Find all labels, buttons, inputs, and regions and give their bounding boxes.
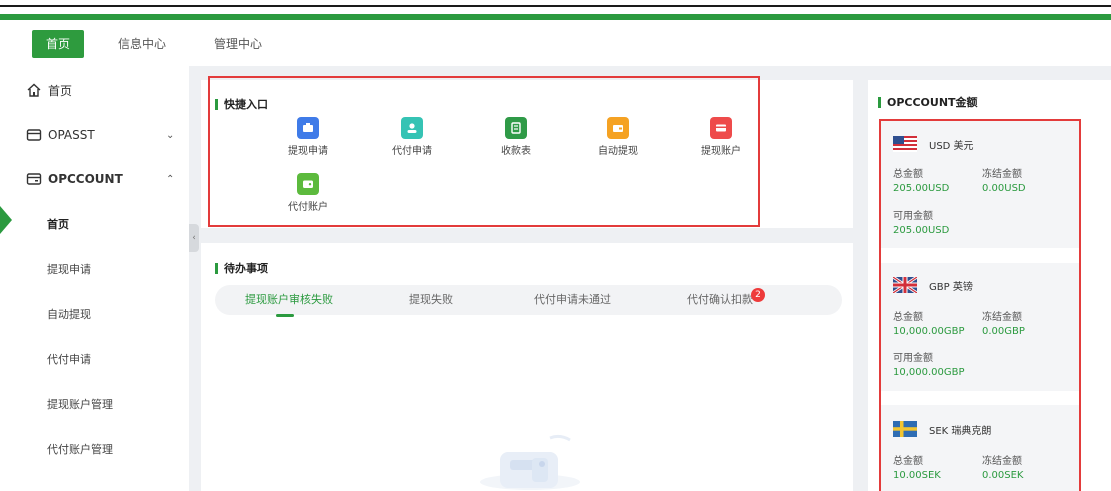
quick-payment-apply[interactable]: 代付申请	[382, 117, 442, 157]
amount-title: OPCCOUNT金额	[878, 94, 978, 110]
sidebar-item-label: OPASST	[48, 128, 95, 142]
quick-item-label: 代付账户	[288, 202, 328, 213]
currency-name: USD 美元	[929, 140, 974, 152]
purse-icon	[297, 173, 319, 195]
empty-state-illustration-icon	[480, 434, 580, 490]
total-amount-label: 总金额	[893, 169, 923, 180]
quick-receipt-table[interactable]: 收款表	[486, 117, 546, 157]
todo-tab-payment-confirm[interactable]: 代付确认扣款	[687, 285, 753, 315]
sidebar-item-label: 首页	[48, 83, 73, 98]
currency-card-usd: USD 美元 总金额 冻结金额 205.00USD 0.00USD 可用金额 2…	[879, 120, 1081, 248]
quick-item-label: 提现申请	[288, 146, 328, 157]
sidebar-sub-home[interactable]: 首页	[0, 202, 189, 246]
chevron-down-icon: ⌄	[166, 129, 175, 141]
nav-tab-home[interactable]: 首页	[32, 30, 85, 58]
sidebar-sub-withdraw-account-mgmt[interactable]: 提现账户管理	[0, 382, 189, 426]
currency-name: GBP 英镑	[929, 281, 973, 293]
todo-tab-account-review-failed[interactable]: 提现账户审核失败	[245, 285, 333, 315]
quick-withdraw-account[interactable]: 提现账户	[691, 117, 751, 157]
top-border-line	[0, 5, 1111, 7]
currency-header: USD 美元	[893, 136, 974, 152]
title-accent-bar	[215, 98, 218, 110]
title-accent-bar	[215, 262, 218, 274]
sidebar-item-label: OPCCOUNT	[48, 172, 123, 186]
total-amount-value: 10,000.00GBP	[893, 326, 965, 337]
sidebar-sub-payment-account-mgmt[interactable]: 代付账户管理	[0, 427, 189, 471]
quick-entry-title-text: 快捷入口	[224, 98, 268, 111]
sidebar-sub-auto-withdraw[interactable]: 自动提现	[0, 292, 189, 336]
quick-item-label: 自动提现	[598, 146, 638, 157]
sidebar-item-opccount[interactable]: OPCCOUNT ⌃	[0, 157, 189, 201]
quick-auto-withdraw[interactable]: 自动提现	[588, 117, 648, 157]
quick-payment-account[interactable]: 代付账户	[278, 173, 338, 213]
sidebar-item-opasst[interactable]: OPASST ⌄	[0, 113, 189, 157]
quick-item-label: 代付申请	[392, 146, 432, 157]
currency-header: GBP 英镑	[893, 277, 973, 293]
card-icon	[297, 117, 319, 139]
total-amount-label: 总金额	[893, 456, 923, 467]
bank-card-icon	[710, 117, 732, 139]
todo-title-text: 待办事项	[224, 262, 268, 275]
active-item-marker	[0, 206, 12, 234]
frozen-amount-value: 0.00USD	[982, 183, 1026, 194]
todo-title: 待办事项	[215, 260, 268, 276]
card-icon	[26, 173, 42, 185]
sidebar-sub-label: 提现账户管理	[47, 398, 113, 411]
frozen-amount-value: 0.00SEK	[982, 470, 1024, 481]
sidebar-sub-label: 首页	[47, 218, 69, 231]
quick-item-label: 收款表	[501, 146, 531, 157]
currency-card-gbp: GBP 英镑 总金额 冻结金额 10,000.00GBP 0.00GBP 可用金…	[879, 263, 1081, 391]
se-flag-icon	[893, 421, 917, 437]
top-navigation: 首页 信息中心 管理中心	[0, 20, 1111, 66]
frozen-amount-label: 冻结金额	[982, 456, 1022, 467]
active-tab-indicator	[276, 314, 294, 317]
available-amount-label: 可用金额	[893, 353, 933, 364]
nav-tab-info-center[interactable]: 信息中心	[118, 30, 166, 58]
available-amount-value: 10,000.00GBP	[893, 367, 965, 378]
card-icon	[26, 129, 42, 141]
sidebar-sub-withdraw-apply[interactable]: 提现申请	[0, 247, 189, 291]
us-flag-icon	[893, 136, 917, 152]
sidebar: 首页 OPASST ⌄ OPCCOUNT ⌃ 首页 提现申请 自动提现 代付申请…	[0, 66, 189, 491]
currency-name: SEK 瑞典克朗	[929, 425, 992, 437]
sidebar-collapse-handle[interactable]: ‹	[189, 224, 199, 252]
chevron-up-icon: ⌃	[166, 173, 175, 185]
sidebar-sub-label: 提现申请	[47, 263, 91, 276]
total-amount-value: 10.00SEK	[893, 470, 941, 481]
notification-badge: 2	[751, 288, 765, 302]
sidebar-item-home[interactable]: 首页	[0, 68, 189, 112]
title-accent-bar	[878, 96, 881, 108]
todo-tab-payment-rejected[interactable]: 代付申请未通过	[534, 285, 611, 315]
sidebar-sub-label: 代付申请	[47, 353, 91, 366]
frozen-amount-label: 冻结金额	[982, 169, 1022, 180]
sidebar-sub-payment-apply[interactable]: 代付申请	[0, 337, 189, 381]
available-amount-label: 可用金额	[893, 211, 933, 222]
frozen-amount-label: 冻结金额	[982, 312, 1022, 323]
total-amount-label: 总金额	[893, 312, 923, 323]
frozen-amount-value: 0.00GBP	[982, 326, 1025, 337]
sidebar-sub-label: 自动提现	[47, 308, 91, 321]
quick-item-label: 提现账户	[701, 146, 741, 157]
home-icon	[27, 83, 41, 97]
currency-header: SEK 瑞典克朗	[893, 421, 991, 437]
wallet-icon	[607, 117, 629, 139]
total-amount-value: 205.00USD	[893, 183, 950, 194]
quick-entry-title: 快捷入口	[215, 96, 268, 112]
receipt-icon	[505, 117, 527, 139]
todo-tab-withdraw-failed[interactable]: 提现失败	[409, 285, 453, 315]
nav-tab-management-center[interactable]: 管理中心	[214, 30, 262, 58]
quick-withdraw-apply[interactable]: 提现申请	[278, 117, 338, 157]
sidebar-sub-label: 代付账户管理	[47, 443, 113, 456]
amount-title-text: OPCCOUNT金额	[887, 96, 978, 109]
uk-flag-icon	[893, 277, 917, 293]
available-amount-value: 205.00USD	[893, 225, 950, 236]
user-icon	[401, 117, 423, 139]
currency-card-sek: SEK 瑞典克朗 总金额 冻结金额 10.00SEK 0.00SEK	[879, 405, 1081, 491]
